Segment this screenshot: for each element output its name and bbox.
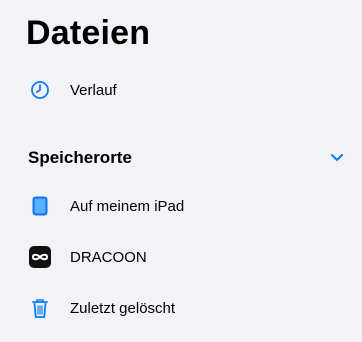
dracoon-logo-icon [28, 245, 52, 269]
sidebar-item-zuletzt-geloescht[interactable]: Zuletzt gelöscht [28, 294, 175, 322]
sidebar-item-verlauf[interactable]: Verlauf [28, 76, 117, 104]
page-title: Dateien [26, 14, 151, 52]
sidebar-item-label: Auf meinem iPad [70, 197, 185, 215]
sidebar-item-label: Zuletzt gelöscht [70, 299, 176, 317]
section-header-speicherorte[interactable]: Speicherorte [28, 144, 346, 172]
sidebar-item-auf-meinem-ipad[interactable]: Auf meinem iPad [28, 192, 184, 220]
sidebar-item-dracoon[interactable]: DRACOON [28, 243, 147, 271]
chevron-down-icon[interactable] [330, 151, 344, 165]
trash-icon [28, 296, 52, 320]
section-title: Speicherorte [28, 148, 132, 167]
sidebar-item-label: DRACOON [70, 248, 147, 266]
ipad-icon [28, 194, 52, 218]
clock-icon [28, 78, 52, 102]
sidebar-item-label: Verlauf [70, 81, 117, 99]
